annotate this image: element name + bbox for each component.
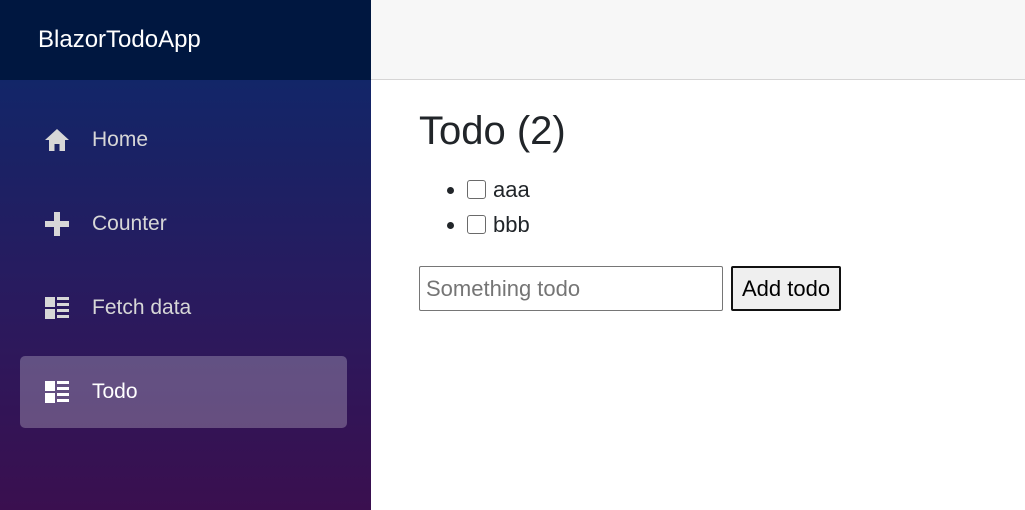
todo-label: bbb <box>493 212 530 237</box>
todo-checkbox[interactable] <box>467 215 486 234</box>
brand-bar: BlazorTodoApp <box>0 0 371 80</box>
list-icon <box>44 379 70 405</box>
plus-icon <box>44 211 70 237</box>
brand-link[interactable]: BlazorTodoApp <box>38 26 201 54</box>
list-icon <box>44 295 70 321</box>
nav-item-label: Counter <box>92 212 167 235</box>
page-title: Todo (2) <box>419 109 566 153</box>
nav-item-todo[interactable]: Todo <box>20 356 347 428</box>
add-todo-button[interactable]: Add todo <box>731 266 842 311</box>
nav-item-label: Todo <box>92 380 138 403</box>
todo-checkbox[interactable] <box>467 180 486 199</box>
nav-item-fetch-data[interactable]: Fetch data <box>20 272 347 344</box>
todo-list: aaa bbb Add todo <box>419 172 999 311</box>
list-item: aaa <box>467 172 999 207</box>
top-bar <box>371 0 1025 80</box>
nav-item-label: Fetch data <box>92 296 192 319</box>
nav-item-label: Home <box>92 128 149 151</box>
list-item: bbb <box>467 207 999 242</box>
nav-item-home[interactable]: Home <box>20 104 347 176</box>
home-icon <box>44 127 70 153</box>
todo-label: aaa <box>493 177 530 202</box>
todo-input[interactable] <box>419 266 723 311</box>
main-content: Todo (2) aaa bbb Add todo <box>419 108 999 311</box>
sidebar: BlazorTodoApp Home Counter Fetch data To… <box>0 0 371 510</box>
nav-item-counter[interactable]: Counter <box>20 188 347 260</box>
add-todo-row: Add todo <box>419 266 999 311</box>
nav-menu: Home Counter Fetch data Todo <box>0 80 371 428</box>
